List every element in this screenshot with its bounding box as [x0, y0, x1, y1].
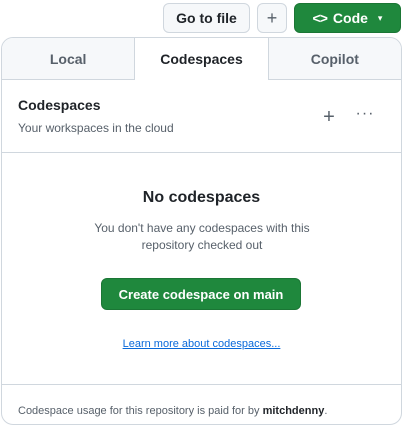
- tab-codespaces[interactable]: Codespaces: [134, 38, 269, 80]
- empty-state-title: No codespaces: [142, 189, 261, 206]
- new-codespace-plus-icon[interactable]: +: [319, 107, 339, 127]
- code-icon: <>: [312, 10, 328, 26]
- plus-icon: +: [266, 7, 278, 28]
- billing-text-suffix: .: [324, 405, 328, 417]
- learn-more-link[interactable]: Learn more about codespaces...: [2, 338, 401, 350]
- create-codespace-button[interactable]: Create codespace on main: [101, 278, 301, 310]
- go-to-file-button[interactable]: Go to file: [163, 3, 250, 33]
- caret-down-icon: ▾: [377, 12, 383, 23]
- code-button[interactable]: <> Code ▾: [294, 3, 401, 33]
- repo-toolbar: Go to file + <> Code ▾: [163, 3, 401, 33]
- empty-state-description: You don't have any codespaces with this …: [94, 221, 310, 252]
- tab-local[interactable]: Local: [2, 38, 134, 79]
- add-file-button[interactable]: +: [257, 3, 287, 33]
- tab-bar: Local Codespaces Copilot: [2, 38, 401, 80]
- code-dropdown-screen: Go to file + <> Code ▾ Local Codespaces …: [0, 0, 406, 427]
- code-button-label: Code: [332, 10, 368, 26]
- billing-text: Codespace usage for this repository is p…: [18, 405, 327, 417]
- codespaces-header: Codespaces Your workspaces in the cloud …: [2, 80, 401, 153]
- billing-owner: mitchdenny: [262, 405, 325, 417]
- codespaces-subtitle: Your workspaces in the cloud: [18, 121, 174, 135]
- tab-copilot[interactable]: Copilot: [269, 38, 401, 79]
- codespaces-title: Codespaces: [18, 97, 101, 113]
- code-dropdown-panel: Local Codespaces Copilot Codespaces Your…: [1, 37, 402, 425]
- more-options-icon[interactable]: ···: [353, 106, 377, 126]
- billing-footer: Codespace usage for this repository is p…: [2, 385, 401, 424]
- empty-state: No codespaces You don't have any codespa…: [2, 153, 401, 385]
- billing-text-prefix: Codespace usage for this repository is p…: [18, 405, 263, 417]
